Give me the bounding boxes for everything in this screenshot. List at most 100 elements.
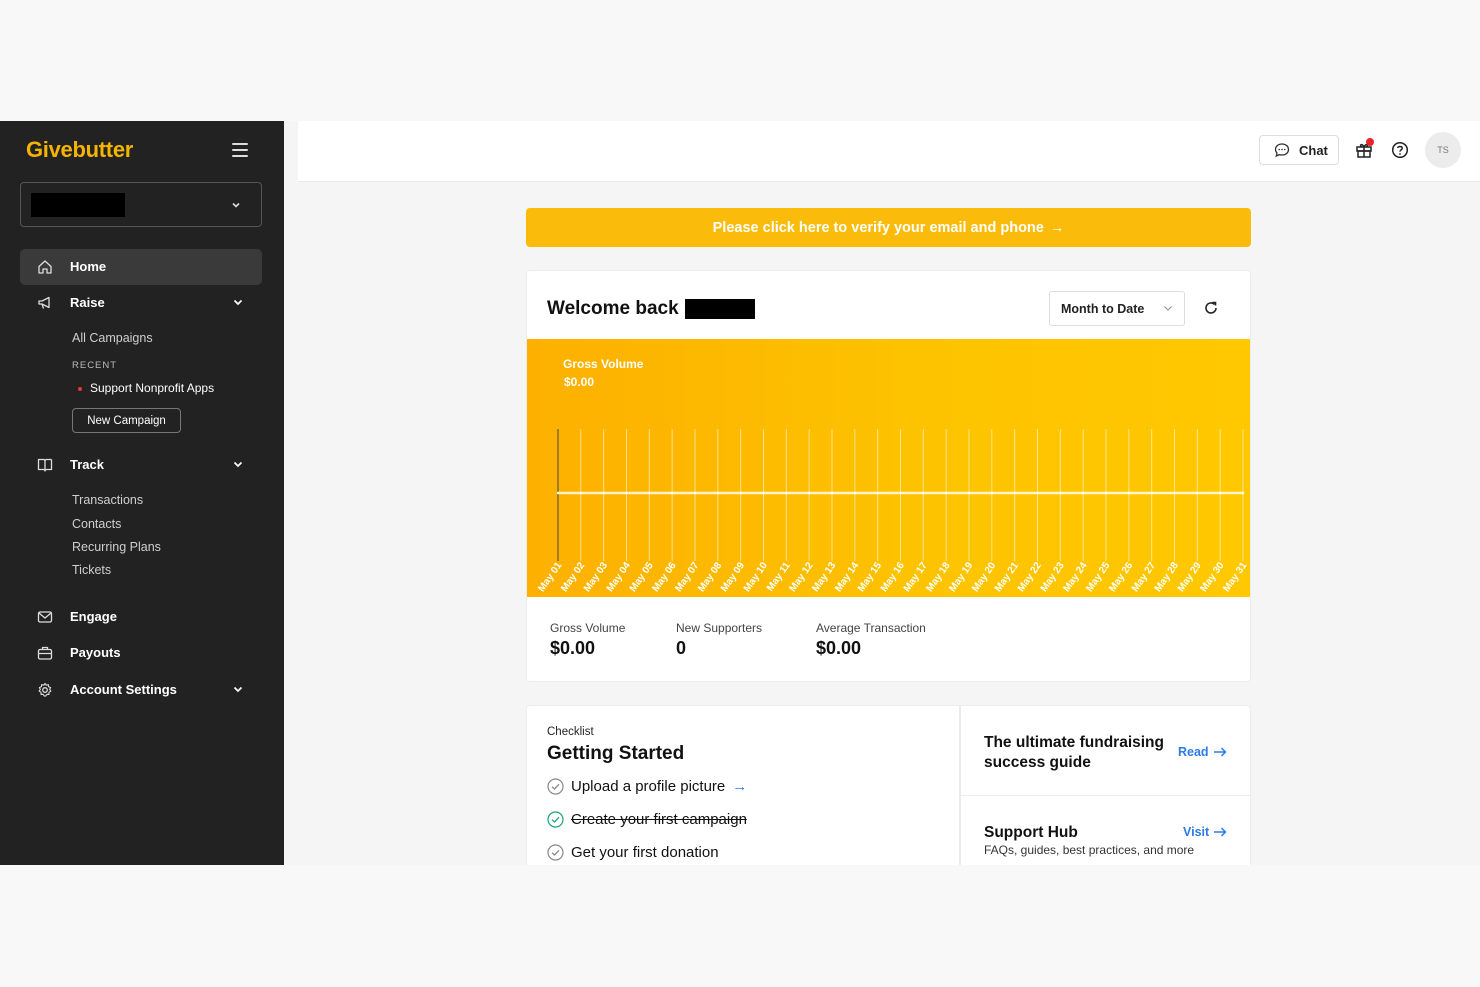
chevron-down-icon[interactable] (232, 458, 244, 470)
nav-item-payouts[interactable]: Payouts (20, 635, 262, 671)
checklist-item-label: Upload a profile picture (571, 778, 726, 795)
book-icon (37, 458, 53, 472)
data-point (967, 491, 971, 495)
nav-label-home: Home (70, 259, 107, 274)
chevron-down-icon[interactable] (232, 683, 244, 695)
chevron-down-icon[interactable] (232, 296, 244, 308)
sidebar-link-tickets[interactable]: Tickets (72, 563, 111, 577)
megaphone-icon (38, 296, 50, 309)
gear-icon (38, 682, 52, 697)
data-point (1150, 491, 1153, 495)
data-point (1218, 491, 1222, 495)
checklist-title: Getting Started (547, 743, 685, 764)
data-point (762, 491, 765, 495)
data-point (944, 491, 948, 495)
nav-item-engage[interactable]: Engage (20, 599, 262, 635)
data-point (670, 491, 674, 495)
resources-card: The ultimate fundraising success guide R… (960, 705, 1252, 865)
stat-gross-volume: Gross Volume $0.00 (550, 621, 625, 659)
check-circle-icon (547, 778, 564, 795)
nav-item-home[interactable]: Home (20, 249, 262, 285)
support-hub-visit-link[interactable]: Visit (1183, 825, 1227, 839)
chat-bubble-icon (1274, 143, 1290, 158)
verify-banner-text: Please click here to verify your email a… (712, 219, 1044, 236)
checklist-item-first-donation[interactable]: Get your first donation (547, 844, 719, 861)
data-point (807, 491, 811, 495)
chat-button[interactable]: Chat (1259, 135, 1339, 165)
checklist-item-label: Create your first campaign (571, 811, 747, 828)
data-point (716, 491, 720, 495)
check-circle-icon (547, 844, 564, 861)
support-hub-title: Support Hub (984, 824, 1078, 841)
data-point (1196, 491, 1199, 495)
data-point (602, 491, 605, 495)
nav-item-track[interactable]: Track (20, 447, 262, 483)
data-point (693, 491, 697, 495)
welcome-heading: Welcome back (547, 298, 679, 319)
arrow-right-icon (1214, 827, 1227, 837)
nav-label-payouts: Payouts (70, 645, 121, 660)
chevron-down-icon (232, 202, 240, 208)
data-point (876, 491, 879, 495)
nav-label-account-settings: Account Settings (70, 682, 177, 697)
briefcase-icon (37, 646, 53, 660)
data-point (899, 491, 902, 495)
data-point (1036, 491, 1039, 495)
stat-value: $0.00 (816, 638, 862, 658)
sidebar-link-transactions[interactable]: Transactions (72, 493, 143, 507)
arrow-right-icon: → (1049, 219, 1065, 236)
stat-average-transaction: Average Transaction $0.00 (816, 621, 926, 659)
redacted-user-name (685, 299, 755, 319)
sidebar: Givebutter Home Raise All Campaigns RECE… (0, 121, 284, 865)
data-point (1173, 491, 1176, 495)
mail-icon (37, 611, 53, 623)
checklist-item-label: Get your first donation (571, 844, 719, 861)
new-campaign-button[interactable]: New Campaign (72, 408, 181, 433)
data-point (830, 491, 834, 495)
guide-title: The ultimate fundraising success guide (984, 733, 1164, 773)
dashboard-card: Welcome back Month to Date Gross Volume … (526, 270, 1251, 682)
period-select-value: Month to Date (1061, 301, 1145, 316)
data-point (625, 491, 628, 495)
sidebar-link-recurring-plans[interactable]: Recurring Plans (72, 540, 161, 554)
stat-new-supporters: New Supporters 0 (676, 621, 762, 659)
nav-item-account-settings[interactable]: Account Settings (20, 672, 262, 708)
data-point (1013, 491, 1016, 495)
data-point (579, 491, 583, 495)
data-point (990, 491, 994, 495)
guide-read-label: Read (1178, 745, 1209, 759)
sidebar-link-all-campaigns[interactable]: All Campaigns (72, 331, 153, 345)
main-content: Chat TS Please click here to verify your… (298, 121, 1480, 865)
checklist-item-first-campaign[interactable]: Create your first campaign (547, 811, 747, 828)
data-point (922, 491, 925, 495)
recent-campaign-link[interactable]: Support Nonprofit Apps (78, 381, 214, 395)
check-circle-done-icon (547, 811, 564, 828)
stat-label: Gross Volume (550, 621, 626, 635)
data-point (853, 491, 857, 495)
help-icon[interactable] (1391, 141, 1409, 159)
guide-title-line2: success guide (984, 754, 1091, 771)
guide-read-link[interactable]: Read (1178, 745, 1227, 759)
organization-select[interactable] (20, 182, 262, 227)
checklist-item-profile-picture[interactable]: Upload a profile picture → (547, 778, 747, 795)
menu-toggle-icon[interactable] (232, 143, 248, 157)
gross-volume-chart: Gross Volume $0.00 May 01 May 02 May 03 May… (527, 339, 1250, 597)
refresh-icon[interactable] (1203, 300, 1219, 316)
logo[interactable]: Givebutter (26, 137, 133, 163)
support-hub-description: FAQs, guides, best practices, and more (984, 843, 1195, 857)
sidebar-link-contacts[interactable]: Contacts (72, 517, 121, 531)
recent-campaign-label: Support Nonprofit Apps (90, 381, 215, 395)
data-point (648, 491, 651, 495)
period-select[interactable]: Month to Date (1049, 291, 1185, 326)
chart-plot: May 01May 02May 03May 04May 05May 06May … (536, 429, 1250, 594)
recent-label: RECENT (72, 360, 118, 371)
arrow-right-icon: → (732, 778, 748, 795)
support-hub-visit-label: Visit (1183, 825, 1210, 839)
user-avatar[interactable]: TS (1425, 132, 1461, 168)
data-point (1081, 491, 1085, 495)
nav-label-engage: Engage (70, 609, 117, 624)
x-tick-label: May 31 (1221, 560, 1249, 594)
data-point (1059, 491, 1062, 495)
nav-item-raise[interactable]: Raise (20, 285, 262, 321)
verify-email-banner[interactable]: Please click here to verify your email a… (526, 208, 1251, 247)
